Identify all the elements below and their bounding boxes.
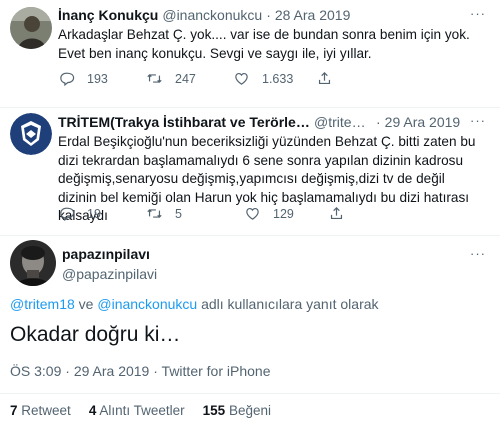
tweet2-actions: 19 5 129 <box>58 205 345 222</box>
like-button[interactable]: 129 <box>244 205 328 222</box>
quotes-label: Alıntı Tweetler <box>99 403 185 418</box>
tweet-inanc-konukcu[interactable]: İnanç Konukçu @inanckonukcu · 28 Ara 201… <box>0 0 500 108</box>
reply-icon <box>60 72 75 87</box>
avatar-papazinpilavi[interactable] <box>10 240 56 286</box>
share-button[interactable] <box>316 70 333 87</box>
mention-inanckonukcu[interactable]: @inanckonukcu <box>97 296 197 312</box>
retweet-icon <box>147 209 162 218</box>
reply-button[interactable]: 193 <box>58 70 146 87</box>
like-icon <box>246 207 259 220</box>
retweets-label: Retweet <box>21 403 71 418</box>
share-button[interactable] <box>328 205 345 222</box>
tweet-meta: ÖS 3:09 · 29 Ara 2019 · Twitter for iPho… <box>10 363 270 379</box>
more-icon[interactable]: ··· <box>470 246 486 261</box>
retweets-count: 7 <box>10 403 18 418</box>
author-name[interactable]: papazınpilavı <box>62 245 157 263</box>
replying-conjunction: ve <box>74 296 98 312</box>
reply-button[interactable]: 19 <box>58 205 146 222</box>
retweet-button[interactable]: 247 <box>146 70 233 87</box>
avatar-inanc-konukcu[interactable] <box>10 7 52 49</box>
reply-count: 193 <box>87 71 108 86</box>
tweet-time[interactable]: ÖS 3:09 <box>10 363 61 379</box>
tweet-date[interactable]: 28 Ara 2019 <box>275 6 351 24</box>
replying-suffix: adlı kullanıcılara yanıt olarak <box>197 296 379 312</box>
author-handle[interactable]: @inanckonukcu <box>162 6 262 24</box>
tweet-text: Arkadaşlar Behzat Ç. yok.... var ise de … <box>58 27 470 61</box>
retweet-count: 5 <box>175 206 182 221</box>
likes-stat[interactable]: 155 Beğeni <box>203 403 271 418</box>
more-icon[interactable]: ··· <box>470 6 486 21</box>
likes-count: 155 <box>202 403 226 418</box>
like-count: 1.633 <box>262 71 294 86</box>
author-handle[interactable]: @tritem18 <box>314 113 372 131</box>
mention-tritem18[interactable]: @tritem18 <box>10 296 75 312</box>
share-icon <box>318 71 331 85</box>
more-icon[interactable]: ··· <box>470 113 486 128</box>
like-button[interactable]: 1.633 <box>233 70 316 87</box>
author-name[interactable]: İnanç Konukçu <box>58 6 158 24</box>
retweets-stat[interactable]: 7 Retweet <box>10 403 71 418</box>
separator: · <box>65 363 70 379</box>
avatar-tritem[interactable] <box>10 113 52 155</box>
reply-icon <box>60 207 75 222</box>
quotes-stat[interactable]: 4 Alıntı Tweetler <box>89 403 185 418</box>
separator: · <box>153 363 158 379</box>
engagement-stats: 7 Retweet 4 Alıntı Tweetler 155 Beğeni <box>0 393 500 427</box>
separator: · <box>376 114 381 130</box>
share-icon <box>330 206 343 220</box>
tweet-date[interactable]: 29 Ara 2019 <box>385 113 461 131</box>
retweet-count: 247 <box>175 71 196 86</box>
main-tweet-text: Okadar doğru ki… <box>10 323 181 346</box>
like-count: 129 <box>273 206 294 221</box>
author-name[interactable]: TRİTEM(Trakya İstihbarat ve Terörle Müca… <box>58 113 310 131</box>
separator: · <box>266 7 271 23</box>
like-icon <box>235 72 248 85</box>
retweet-icon <box>147 74 162 83</box>
author-handle[interactable]: @papazinpilavi <box>62 265 157 283</box>
reply-count: 19 <box>87 206 101 221</box>
likes-label: Beğeni <box>228 403 271 418</box>
replying-to: @tritem18 ve @inanckonukcu adlı kullanıc… <box>10 296 379 312</box>
retweet-button[interactable]: 5 <box>146 205 244 222</box>
quotes-count: 4 <box>88 403 97 418</box>
tweet-date[interactable]: 29 Ara 2019 <box>74 363 150 379</box>
tweet-source[interactable]: Twitter for iPhone <box>162 363 271 379</box>
